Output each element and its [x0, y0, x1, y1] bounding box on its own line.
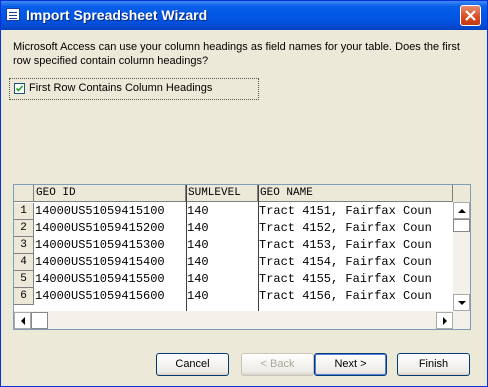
- table-cell[interactable]: 14000US51059415300: [34, 237, 186, 254]
- scroll-down-button[interactable]: [453, 294, 470, 311]
- table-cell[interactable]: 14000US51059415500: [34, 271, 186, 288]
- column-header-geo-name[interactable]: GEO NAME: [258, 185, 453, 202]
- down-arrow-icon: [458, 301, 466, 305]
- table-cell[interactable]: Tract 4154, Fairfax Coun: [258, 254, 453, 271]
- window-app-icon: [6, 8, 20, 21]
- checkmark-icon: [15, 85, 24, 92]
- table-cell[interactable]: 140: [186, 254, 258, 271]
- description-text: Microsoft Access can use your column hea…: [13, 41, 460, 67]
- table-cell[interactable]: 140: [186, 220, 258, 237]
- finish-button[interactable]: Finish: [397, 353, 470, 376]
- table-cell[interactable]: 14000US51059415400: [34, 254, 186, 271]
- column-header-geo-id[interactable]: GEO ID: [34, 185, 186, 202]
- title-bar[interactable]: Import Spreadsheet Wizard: [1, 1, 487, 30]
- table-cell[interactable]: 14000US51059415100: [34, 203, 186, 220]
- scroll-right-button[interactable]: [436, 312, 453, 329]
- back-button[interactable]: < Back: [241, 353, 314, 376]
- column-header-sumlevel[interactable]: SUMLEVEL: [186, 185, 258, 202]
- row-number[interactable]: 6: [14, 288, 34, 305]
- table-cell[interactable]: 14000US51059415200: [34, 220, 186, 237]
- next-button[interactable]: Next >: [314, 353, 387, 376]
- scroll-up-button[interactable]: [453, 202, 470, 219]
- table-cell[interactable]: Tract 4156, Fairfax Coun: [258, 288, 453, 305]
- row-number[interactable]: 2: [14, 220, 34, 237]
- preview-grid[interactable]: GEO ID SUMLEVEL GEO NAME 1 14000US5105941…: [13, 184, 471, 330]
- wizard-window: Import Spreadsheet Wizard Microsoft Acce…: [0, 0, 488, 387]
- checkbox-box[interactable]: [14, 83, 25, 94]
- up-arrow-icon: [458, 209, 466, 213]
- table-cell[interactable]: 140: [186, 237, 258, 254]
- horizontal-scrollbar[interactable]: [14, 311, 470, 329]
- table-cell[interactable]: 140: [186, 203, 258, 220]
- row-number[interactable]: 5: [14, 271, 34, 288]
- cancel-button[interactable]: Cancel: [156, 353, 229, 376]
- table-cell[interactable]: 140: [186, 288, 258, 305]
- vertical-scrollbar[interactable]: [453, 202, 470, 311]
- column-divider: [186, 185, 187, 329]
- column-divider: [258, 185, 259, 329]
- right-arrow-icon: [443, 317, 447, 325]
- table-cell[interactable]: 140: [186, 271, 258, 288]
- table-cell[interactable]: Tract 4155, Fairfax Coun: [258, 271, 453, 288]
- first-row-headings-checkbox[interactable]: First Row Contains Column Headings: [9, 78, 259, 100]
- row-number[interactable]: 4: [14, 254, 34, 271]
- close-icon: [465, 10, 476, 21]
- grid-corner-header: [14, 185, 34, 202]
- table-cell[interactable]: Tract 4151, Fairfax Coun: [258, 203, 453, 220]
- vertical-scroll-thumb[interactable]: [453, 219, 470, 232]
- scrollbar-corner: [453, 185, 470, 202]
- left-arrow-icon: [21, 317, 25, 325]
- scroll-left-button[interactable]: [14, 312, 31, 329]
- row-number[interactable]: 3: [14, 237, 34, 254]
- horizontal-scroll-thumb[interactable]: [31, 312, 48, 329]
- row-number[interactable]: 1: [14, 203, 34, 220]
- table-cell[interactable]: Tract 4153, Fairfax Coun: [258, 237, 453, 254]
- close-button[interactable]: [460, 5, 481, 26]
- checkbox-label: First Row Contains Column Headings: [29, 82, 213, 94]
- table-cell[interactable]: Tract 4152, Fairfax Coun: [258, 220, 453, 237]
- table-cell[interactable]: 14000US51059415600: [34, 288, 186, 305]
- window-title: Import Spreadsheet Wizard: [26, 7, 208, 23]
